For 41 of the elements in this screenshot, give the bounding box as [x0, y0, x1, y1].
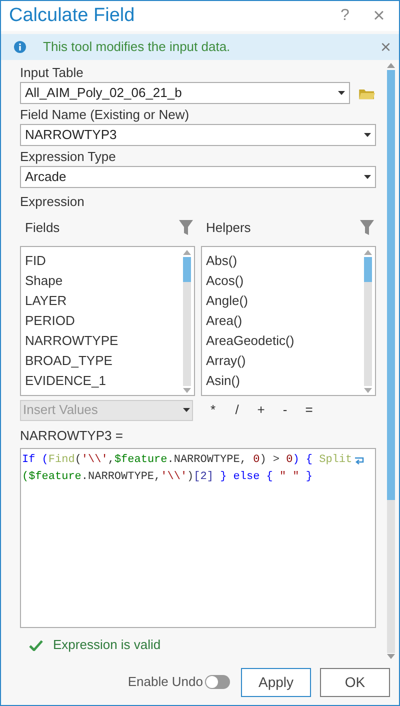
validation-message: Expression is valid: [53, 636, 161, 654]
list-item[interactable]: AreaGeodetic(): [206, 330, 363, 350]
dialog-button[interactable]: Apply: [241, 668, 311, 696]
list-item[interactable]: Asin(): [206, 370, 363, 390]
toggle-label: Enable Undo: [128, 673, 203, 692]
expression-editor[interactable]: If (Find('\\',$feature.NARROWTYPE, 0) > 0) { Split ($feature.NARROWTYPE,'\\')[2] } else { " " }: [20, 448, 376, 628]
list-item[interactable]: EVIDENCE_1: [25, 370, 182, 390]
list-item[interactable]: BROAD_TYPE: [25, 350, 182, 370]
list-item[interactable]: NARROWTYPE: [25, 330, 182, 350]
field-name-dropdown[interactable]: NARROWTYP3: [20, 124, 376, 146]
section-label: Expression: [20, 193, 86, 211]
field-label: Expression Type: [20, 149, 117, 165]
list-heading: Helpers: [206, 218, 251, 237]
operator-button[interactable]: =: [297, 400, 321, 420]
banner-close-button[interactable]: ×: [380, 38, 391, 56]
expression-type-dropdown[interactable]: Arcade: [20, 166, 376, 188]
list-item[interactable]: LAYER: [25, 290, 182, 310]
operator-button[interactable]: *: [201, 400, 225, 420]
close-button[interactable]: ×: [369, 1, 389, 31]
list-item[interactable]: FID: [25, 250, 182, 270]
list-item[interactable]: Area(): [206, 310, 363, 330]
operator-button[interactable]: /: [225, 400, 249, 420]
help-button[interactable]: ?: [335, 4, 355, 28]
list-item[interactable]: Array(): [206, 350, 363, 370]
code-line: ($feature.NARROWTYPE,'\\')[2] } else { " " }: [22, 470, 312, 486]
list-heading: Fields: [25, 218, 60, 237]
input-table-dropdown[interactable]: All_AIM_Poly_02_06_21_b: [20, 82, 350, 104]
target-field-label: NARROWTYP3 =: [20, 426, 124, 444]
list-item[interactable]: PERIOD: [25, 310, 182, 330]
window-title: Calculate Field: [9, 4, 136, 28]
list-item[interactable]: Angle(): [206, 290, 363, 310]
dialog-button[interactable]: OK: [320, 668, 390, 696]
banner-text: This tool modifies the input data.: [43, 38, 232, 56]
list-item[interactable]: Shape: [25, 270, 182, 290]
list-item[interactable]: Abs(): [206, 250, 363, 270]
list-item[interactable]: Acos(): [206, 270, 363, 290]
code-line: If (Find('\\',$feature.NARROWTYPE, 0) > 0) { Split: [22, 453, 352, 468]
field-label: Input Table: [20, 65, 84, 81]
field-label: Field Name (Existing or New): [20, 107, 190, 123]
operator-button[interactable]: +: [249, 400, 273, 420]
operator-button[interactable]: -: [273, 400, 297, 420]
